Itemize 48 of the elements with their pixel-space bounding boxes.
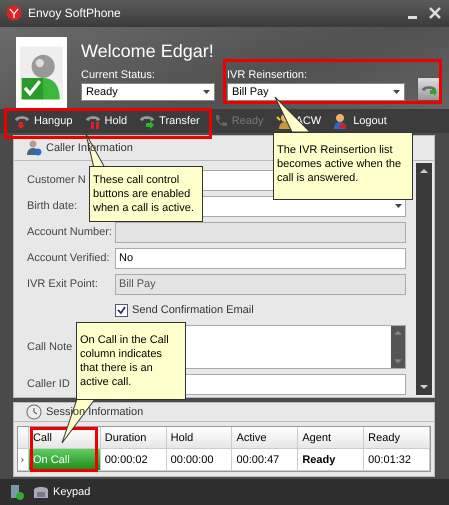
status-label: Current Status: [81, 68, 156, 81]
toolbar-button[interactable]: Hangup [14, 112, 73, 129]
ivr-label: IVR Reinsertion: [227, 68, 308, 81]
table-cell: 00:00:02 [100, 449, 167, 470]
table-cell: Ready [298, 449, 364, 470]
toolbar-button[interactable]: Hold [84, 112, 128, 129]
field-label: Account Verified: [27, 252, 110, 264]
field-label: Caller ID [27, 378, 70, 390]
field-label: Customer N [27, 174, 86, 186]
field-label: IVR Exit Point: [27, 278, 98, 290]
user-avatar-icon [16, 36, 67, 109]
checkbox[interactable] [115, 304, 128, 317]
checkbox-label: Send Confirmation Email [132, 304, 254, 316]
server-check-icon [9, 484, 25, 500]
caret-icon [395, 204, 402, 208]
person-info-icon [26, 140, 42, 156]
readonly-field[interactable]: Bill Pay [115, 274, 406, 295]
caret-icon [203, 90, 210, 94]
field-label: Account Number: [27, 226, 112, 238]
close-icon[interactable] [427, 5, 443, 22]
input-field[interactable]: No [115, 248, 406, 269]
table-cell: 00:00:00 [166, 449, 232, 470]
status-dropdown[interactable]: Ready [81, 82, 215, 101]
logo-icon [6, 5, 22, 22]
toolbar-button[interactable]: Transfer [139, 112, 200, 129]
column-header[interactable]: Active [232, 427, 298, 448]
column-header[interactable]: Ready [364, 427, 430, 448]
field-label: Call Note [27, 341, 72, 354]
table-cell: 00:01:32 [364, 449, 430, 470]
keypad-button[interactable]: Keypad [33, 484, 90, 500]
caret-icon [393, 90, 400, 94]
callout-tooltip: On Call in the Call column indicates that there is an active call. [76, 322, 186, 400]
phone-keypad-icon [33, 484, 49, 500]
readonly-field[interactable] [115, 222, 406, 243]
person-icon [333, 112, 350, 129]
table-cell: 00:00:47 [232, 449, 298, 470]
scrollbar[interactable] [391, 326, 405, 368]
welcome-heading: Welcome Edgar! [81, 40, 215, 63]
scrollbar[interactable] [416, 163, 432, 396]
callout-tooltip: These call control buttons are enabled when a call is active. [89, 166, 203, 222]
toolbar-button[interactable]: Logout [333, 112, 387, 129]
window-title: Envoy SoftPhone [28, 6, 122, 20]
highlight-frame [30, 427, 98, 472]
column-header[interactable]: Hold [166, 427, 232, 448]
column-header[interactable]: Agent [298, 427, 364, 448]
column-header[interactable]: Duration [100, 427, 167, 448]
ivr-dropdown[interactable]: Bill Pay [227, 82, 405, 101]
field-label: Birth date: [27, 200, 78, 212]
